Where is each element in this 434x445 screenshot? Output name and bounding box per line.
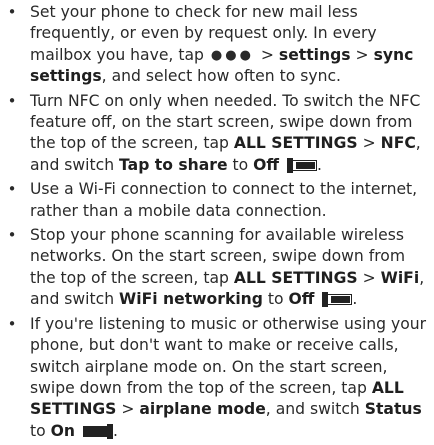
tip-text: .: [317, 155, 322, 174]
list-item: • Turn NFC on only when needed. To switch…: [6, 91, 430, 177]
tip-text: >: [357, 268, 381, 287]
tip-text: , and switch: [265, 400, 365, 419]
bullet: •: [7, 226, 17, 245]
bullet: •: [7, 91, 17, 110]
list-item: • Stop your phone scanning for available …: [6, 225, 430, 311]
ui-term: WiFi networking: [119, 290, 263, 309]
ui-term: airplane mode: [139, 400, 266, 419]
tip-text: Use a Wi-Fi connection to connect to the…: [30, 180, 418, 220]
bullet: •: [7, 3, 17, 21]
tip-text: .: [352, 290, 358, 309]
ui-term: settings: [278, 45, 351, 64]
ui-term: Off: [288, 290, 315, 309]
tip-text: >: [116, 400, 140, 419]
toggle-off-icon: [287, 157, 317, 173]
toggle-off-icon: [322, 292, 353, 308]
more-dots-icon: ●●●: [210, 47, 254, 63]
tip-text: .: [112, 421, 118, 440]
document-page: • Set your phone to check for new mail le…: [0, 0, 434, 445]
tip-text: >: [357, 134, 381, 153]
list-item: • Set your phone to check for new mail le…: [6, 2, 430, 88]
tip-text: If you're listening to music or otherwis…: [30, 314, 427, 397]
tip-text: >: [350, 45, 374, 64]
list-item: • If you're listening to music or otherwi…: [6, 314, 430, 442]
toggle-on-icon: [82, 423, 113, 439]
tip-text: , and select how often to sync.: [101, 67, 341, 86]
bullet: •: [7, 314, 17, 333]
ui-term: On: [50, 421, 75, 440]
ui-term: Status: [364, 400, 422, 419]
bullet: •: [7, 180, 17, 199]
ui-term: ALL SETTINGS: [233, 134, 358, 153]
battery-tips-list: • Set your phone to check for new mail le…: [6, 2, 430, 442]
ui-term: ALL SETTINGS: [233, 268, 358, 287]
tip-text: to: [30, 421, 51, 440]
tip-text: to: [227, 155, 254, 174]
ui-term: Off: [253, 155, 280, 174]
tip-text: >: [255, 45, 279, 64]
ui-term: Tap to share: [119, 155, 228, 174]
ui-term: WiFi: [380, 268, 420, 287]
list-item: • Use a Wi-Fi connection to connect to th…: [6, 179, 430, 222]
ui-term: NFC: [380, 134, 416, 153]
tip-text: to: [262, 290, 289, 309]
